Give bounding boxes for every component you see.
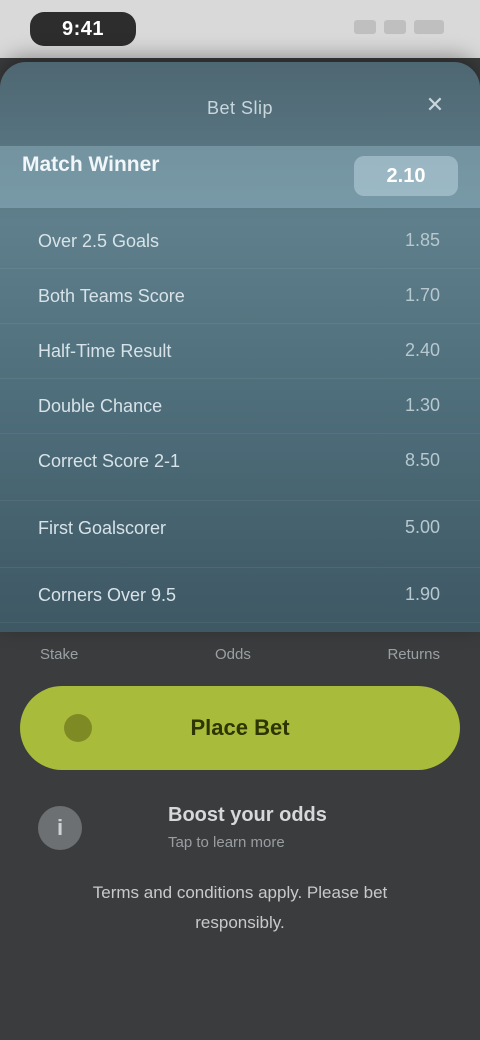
summary-stake-label: Stake <box>40 645 79 663</box>
summary-odds-label: Odds <box>214 645 251 663</box>
selection-odds: 5.00 <box>404 517 440 537</box>
battery-icon <box>414 20 444 34</box>
selection-odds: 1.90 <box>404 584 440 604</box>
selection-odds: 1.30 <box>404 395 440 415</box>
selection-odds: 8.50 <box>404 450 440 470</box>
list-item[interactable]: Over 2.5 Goals 1.85 <box>0 214 480 269</box>
list-item[interactable]: Correct Score 2-1 8.50 <box>0 434 480 501</box>
status-bar: 9:41 <box>0 0 480 58</box>
chevron-right-icon <box>64 714 92 742</box>
status-time: 9:41 <box>30 12 136 46</box>
wifi-icon <box>384 20 406 34</box>
selection-name: Both Teams Score <box>38 286 185 306</box>
close-button[interactable]: ✕ <box>420 90 450 120</box>
selected-selection-row[interactable]: Match Winner 2.10 <box>0 146 480 208</box>
selection-odds: 2.40 <box>404 340 440 360</box>
summary-returns-label: Returns <box>387 645 440 663</box>
promo-banner[interactable]: i Boost your odds Tap to learn more <box>24 790 456 870</box>
promo-subtitle: Tap to learn more <box>168 834 285 851</box>
page-title: Bet Slip <box>206 98 274 118</box>
selection-name: Corners Over 9.5 <box>38 585 177 605</box>
signal-icon <box>354 20 376 34</box>
selection-name: First Goalscorer <box>38 518 167 538</box>
selection-odds: 1.85 <box>404 230 440 250</box>
selection-name: Correct Score 2-1 <box>38 451 181 471</box>
bet-slip-screen: 9:41 Bet Slip ✕ Match Winner 2.10 Over 2… <box>0 0 480 1040</box>
place-bet-button[interactable]: Place Bet <box>20 686 460 770</box>
selection-name: Double Chance <box>38 396 163 416</box>
bet-slip-card: Bet Slip ✕ Match Winner 2.10 Over 2.5 Go… <box>0 62 480 632</box>
footer-disclaimer: Terms and conditions apply. Please bet r… <box>92 883 388 932</box>
selected-selection-odds[interactable]: 2.10 <box>354 156 458 196</box>
status-icons <box>354 20 444 34</box>
bet-summary: Stake Odds Returns <box>0 632 480 676</box>
list-item[interactable]: First Goalscorer 5.00 <box>0 501 480 568</box>
selection-name: Half-Time Result <box>38 341 172 361</box>
place-bet-label: Place Bet <box>190 715 290 740</box>
info-icon: i <box>38 806 82 850</box>
list-item[interactable]: Half-Time Result 2.40 <box>0 324 480 379</box>
selection-name: Over 2.5 Goals <box>38 231 160 251</box>
selection-list: Over 2.5 Goals 1.85 Both Teams Score 1.7… <box>0 214 480 623</box>
promo-title: Boost your odds <box>168 804 327 826</box>
selection-odds: 1.70 <box>404 285 440 305</box>
list-item[interactable]: Double Chance 1.30 <box>0 379 480 434</box>
list-item[interactable]: Both Teams Score 1.70 <box>0 269 480 324</box>
list-item[interactable]: Corners Over 9.5 1.90 <box>0 568 480 623</box>
selected-selection-name: Match Winner <box>22 153 160 176</box>
